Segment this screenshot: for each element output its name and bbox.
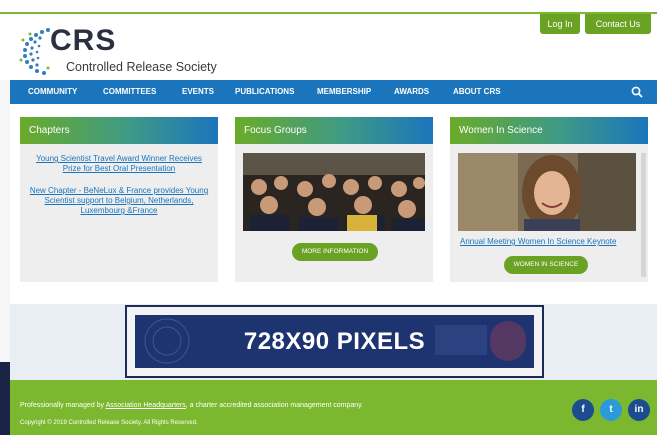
women-in-science-card: Women In Science Annual Meeting Women In… xyxy=(450,117,648,282)
twitter-icon[interactable]: t xyxy=(600,399,622,421)
nav-item-publications[interactable]: PUBLICATIONS xyxy=(235,80,294,104)
ad-placeholder: 728X90 PIXELS xyxy=(135,315,534,368)
logo-text: CRS xyxy=(50,24,117,57)
managed-by-text: Professionally managed by Association He… xyxy=(20,402,364,409)
women-in-science-title: Women In Science xyxy=(450,117,648,144)
nav-item-about[interactable]: ABOUT CRS xyxy=(453,80,501,104)
site-footer: Professionally managed by Association He… xyxy=(10,380,657,435)
ad-size-label: 728X90 PIXELS xyxy=(243,328,426,355)
wis-keynote-link[interactable]: Annual Meeting Women In Science Keynote xyxy=(460,237,616,246)
content-panel: Chapters Young Scientist Travel Award Wi… xyxy=(10,104,657,304)
focus-groups-photo xyxy=(243,153,425,231)
card-scrollbar[interactable] xyxy=(641,153,646,277)
left-edge-strip xyxy=(0,362,10,435)
login-button[interactable]: Log In xyxy=(540,14,580,34)
ad-banner[interactable]: 728X90 PIXELS xyxy=(125,305,544,378)
women-in-science-photo xyxy=(458,153,636,231)
chapters-card: Chapters Young Scientist Travel Award Wi… xyxy=(20,117,218,282)
nav-item-events[interactable]: EVENTS xyxy=(182,80,214,104)
main-nav: COMMUNITY COMMITTEES EVENTS PUBLICATIONS… xyxy=(10,80,657,104)
focus-groups-card: Focus Groups MORE INFORMATION xyxy=(235,117,433,282)
nav-item-committees[interactable]: COMMITTEES xyxy=(103,80,156,104)
site-header: CRS Controlled Release Society Log In Co… xyxy=(0,14,657,80)
org-name: Controlled Release Society xyxy=(66,60,217,74)
copyright-text: Copyright © 2019 Controlled Release Soci… xyxy=(20,420,198,426)
top-band xyxy=(0,0,657,14)
association-headquarters-link[interactable]: Association Headquarters xyxy=(106,402,186,409)
search-icon[interactable] xyxy=(631,86,643,98)
nav-item-community[interactable]: COMMUNITY xyxy=(28,80,77,104)
nav-item-awards[interactable]: AWARDS xyxy=(394,80,429,104)
facebook-icon[interactable]: f xyxy=(572,399,594,421)
contact-us-button[interactable]: Contact Us xyxy=(585,14,651,34)
more-information-button[interactable]: MORE INFORMATION xyxy=(292,243,378,261)
linkedin-icon[interactable]: in xyxy=(628,399,650,421)
chapters-title: Chapters xyxy=(20,117,218,144)
crs-logo[interactable]: CRS Controlled Release Society xyxy=(18,22,248,78)
women-in-science-button[interactable]: WOMEN IN SCIENCE xyxy=(504,256,588,274)
chapters-link-benelux[interactable]: New Chapter - BeNeLux & France provides … xyxy=(20,186,218,216)
chapters-link-travel-award[interactable]: Young Scientist Travel Award Winner Rece… xyxy=(20,154,218,174)
focus-groups-title: Focus Groups xyxy=(235,117,433,144)
nav-item-membership[interactable]: MEMBERSHIP xyxy=(317,80,371,104)
